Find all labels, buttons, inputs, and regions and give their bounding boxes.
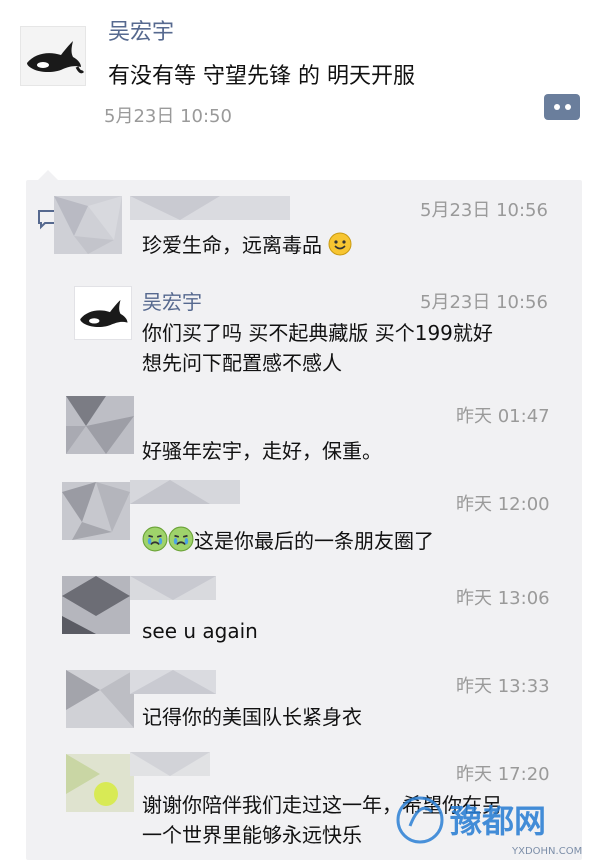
post-author-name[interactable]: 吴宏宇: [108, 14, 174, 46]
commenter-name-blurred[interactable]: [130, 752, 210, 776]
comment-text: 好骚年宏宇，走好，保重。: [142, 439, 382, 463]
site-watermark: 豫都网 YXDOHN.COM: [392, 778, 600, 860]
comment-time: 昨天 12:00: [456, 494, 550, 515]
comment-text-content: 这是你最后的一条朋友圈了: [194, 529, 434, 553]
author-avatar[interactable]: [20, 26, 86, 86]
comment-time: 5月23日 10:56: [420, 200, 548, 221]
orca-icon: [80, 299, 128, 327]
comment-time: 5月23日 10:56: [420, 292, 548, 313]
comment-text: 这是你最后的一条朋友圈了: [142, 526, 434, 556]
more-dots-icon: [565, 104, 571, 110]
comment-avatar-blurred[interactable]: [62, 482, 130, 540]
comment-avatar-blurred[interactable]: [66, 754, 134, 812]
comment-avatar-blurred[interactable]: [62, 576, 130, 634]
more-actions-button[interactable]: [544, 94, 580, 120]
post-text: 有没有等 守望先锋 的 明天开服: [108, 64, 415, 89]
post-time: 5月23日 10:50: [104, 106, 232, 127]
orca-icon: [27, 41, 85, 74]
watermark-url: YXDOHN.COM: [511, 846, 582, 857]
commenter-name[interactable]: 吴宏宇: [142, 286, 202, 315]
commenter-name-blurred[interactable]: [130, 196, 290, 220]
more-dots-icon: [554, 104, 560, 110]
smile-emoji-icon: [328, 232, 352, 256]
comments-panel: 5月23日 10:56 珍爱生命，远离毒品 吴宏宇 5月23日 10:56 你们…: [26, 170, 582, 860]
commenter-name-blurred[interactable]: [130, 576, 216, 600]
watermark-brand: 豫都网: [450, 802, 546, 840]
comment-time: 昨天 13:06: [456, 588, 550, 609]
moments-post: 吴宏宇 有没有等 守望先锋 的 明天开服 5月23日 10:50: [0, 0, 600, 170]
comment-text: see u again: [142, 619, 258, 643]
crying-emoji-icon: [142, 526, 168, 552]
watermark-logo-icon: 豫都网 YXDOHN.COM: [396, 796, 582, 857]
comment-time: 昨天 01:47: [456, 406, 550, 427]
comment-avatar-blurred[interactable]: [54, 196, 122, 254]
comment-text: 珍爱生命，远离毒品: [142, 230, 352, 260]
comment-text-content: 珍爱生命，远离毒品: [142, 233, 322, 257]
crying-emoji-icon: [168, 526, 194, 552]
comment-text: 记得你的美国队长紧身衣: [142, 705, 362, 729]
comment-time: 昨天 13:33: [456, 676, 550, 697]
comment-avatar-blurred[interactable]: [66, 396, 134, 454]
comment-avatar[interactable]: [74, 286, 132, 340]
comment-avatar-blurred[interactable]: [66, 670, 134, 728]
comment-text-line: 你们买了吗 买不起典藏版 买个199就好: [142, 321, 493, 345]
commenter-name-blurred[interactable]: [130, 480, 240, 504]
comment-text-line: 想先问下配置感不感人: [142, 351, 342, 375]
comment-text-line: 一个世界里能够永远快乐: [142, 823, 362, 847]
commenter-name-blurred[interactable]: [130, 670, 216, 694]
